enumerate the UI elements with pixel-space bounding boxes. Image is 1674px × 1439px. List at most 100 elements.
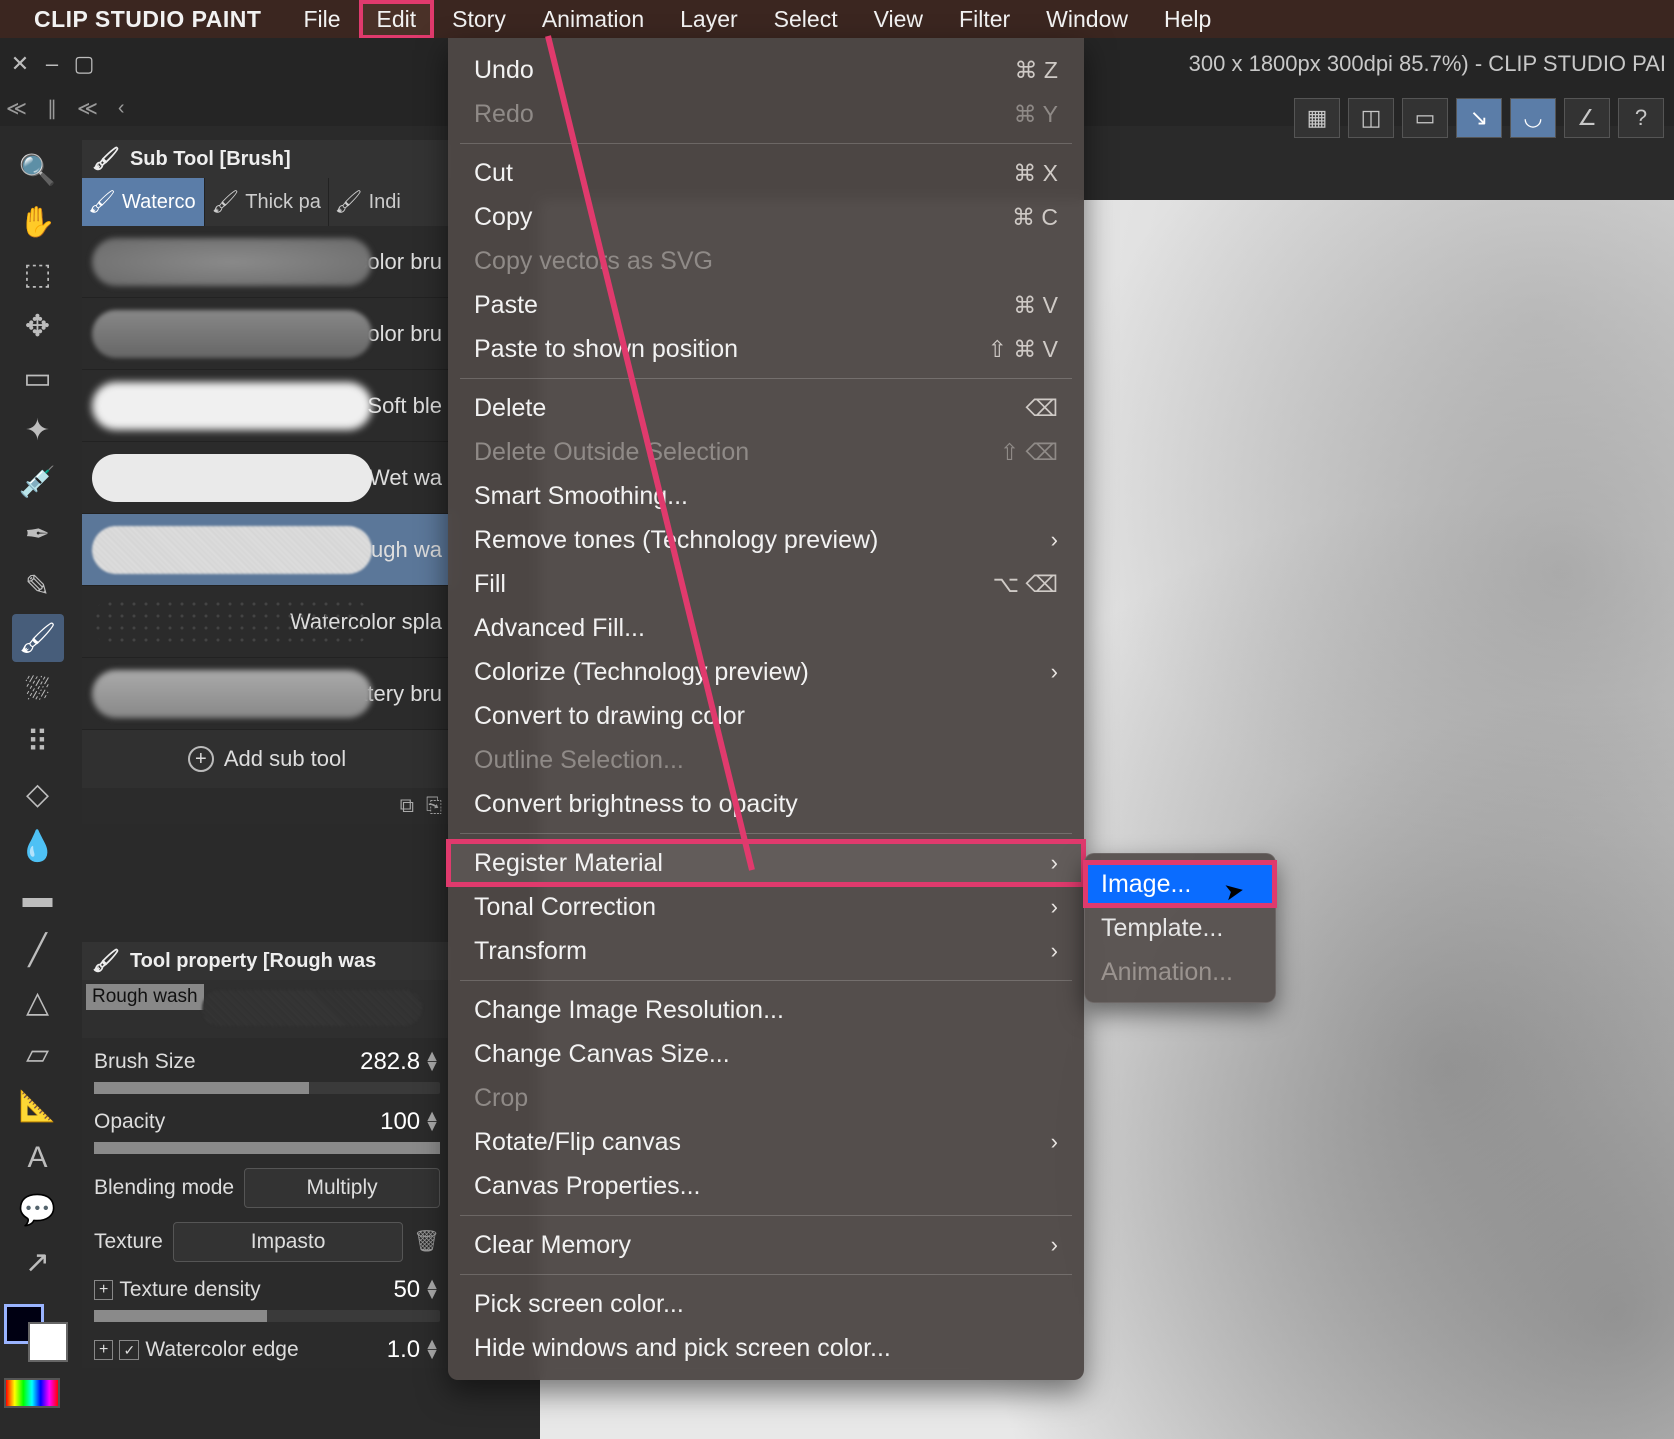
menu-item[interactable]: Hide windows and pick screen color... [448,1326,1084,1370]
menu-item[interactable]: Smart Smoothing... [448,474,1084,518]
menu-item[interactable]: Advanced Fill... [448,606,1084,650]
copy-icon[interactable]: ⎘ [426,795,442,818]
menu-story[interactable]: Story [434,0,524,39]
maximize-icon[interactable]: ▢ [72,51,96,77]
menu-item[interactable]: Copy⌘ C [448,195,1084,239]
brush-size-slider[interactable] [94,1082,440,1094]
edge-checkbox[interactable]: ✓ [119,1340,139,1360]
menu-item[interactable]: Delete⌫ [448,386,1084,430]
snap-grid-icon[interactable]: ▦ [1294,98,1340,138]
magnifier-tool-icon[interactable]: 🔍 [12,146,64,194]
minimize-icon[interactable]: – [40,51,64,77]
ruler-curve-icon[interactable]: ◡ [1510,98,1556,138]
nav-prev-icon[interactable]: ‹ [118,97,125,120]
opacity-slider[interactable] [94,1142,440,1154]
hand-tool-icon[interactable]: ✋ [12,198,64,246]
nav-back-icon[interactable]: ≪ [6,96,27,121]
blend-tool-icon[interactable]: 💧 [12,822,64,870]
density-slider[interactable] [94,1310,440,1322]
gradient-tool-icon[interactable]: ╱ [12,926,64,974]
ruler-axis-icon[interactable]: ↘ [1456,98,1502,138]
menu-edit[interactable]: Edit [359,0,435,39]
pencil-tool-icon[interactable]: ✎ [12,562,64,610]
expand-icon[interactable]: + [94,1340,113,1360]
menu-window[interactable]: Window [1028,0,1146,39]
nav-fwd-icon[interactable]: ≪ [77,96,98,121]
snap-perspective-icon[interactable]: ◫ [1348,98,1394,138]
tab-thickpaint[interactable]: 🖌Thick pa [205,178,328,226]
menu-item[interactable]: Change Canvas Size... [448,1032,1084,1076]
brush-size-value[interactable]: 282.8 [360,1048,420,1076]
menu-item[interactable]: Pick screen color... [448,1282,1084,1326]
stepper-icon[interactable]: ▲▼ [424,1112,440,1132]
eyedropper-tool-icon[interactable]: 💉 [12,458,64,506]
menu-item[interactable]: Tonal Correction› [448,885,1084,929]
help-icon[interactable]: ? [1618,98,1664,138]
brush-item[interactable]: Watery bru [82,658,452,730]
menu-item[interactable]: Undo⌘ Z [448,48,1084,92]
menu-item[interactable]: Paste to shown position⇧ ⌘ V [448,327,1084,371]
menu-animation[interactable]: Animation [524,0,662,39]
pen-tool-icon[interactable]: ✒ [12,510,64,558]
submenu-item[interactable]: Image... [1085,862,1275,906]
add-sub-tool-button[interactable]: + Add sub tool [82,730,452,788]
correct-tool-icon[interactable]: ↗ [12,1238,64,1286]
menu-item[interactable]: Fill⌥ ⌫ [448,562,1084,606]
menu-item[interactable]: Convert brightness to opacity [448,782,1084,826]
blend-mode-select[interactable]: Multiply [244,1168,440,1208]
ruler-angle-icon[interactable]: ∠ [1564,98,1610,138]
brush-item[interactable]: Round watercolor bru [82,226,452,298]
stepper-icon[interactable]: ▲▼ [424,1052,440,1072]
figure-tool-icon[interactable]: △ [12,978,64,1026]
menu-item[interactable]: Remove tones (Technology preview)› [448,518,1084,562]
tab-watercolor[interactable]: 🖌Waterco [82,178,205,226]
marquee-tool-icon[interactable]: ▭ [12,354,64,402]
decoration-tool-icon[interactable]: ⠿ [12,718,64,766]
menu-item[interactable]: Register Material› [448,841,1084,885]
density-value[interactable]: 50 [393,1276,420,1304]
menu-item[interactable]: Transform› [448,929,1084,973]
menu-file[interactable]: File [285,0,358,39]
frame-tool-icon[interactable]: ▱ [12,1030,64,1078]
brush-tool-icon[interactable]: 🖌 [12,614,64,662]
menu-item[interactable]: Convert to drawing color [448,694,1084,738]
menu-view[interactable]: View [856,0,941,39]
close-icon[interactable]: ✕ [8,51,32,77]
nav-pause-icon[interactable]: ∥ [47,96,57,121]
menu-filter[interactable]: Filter [941,0,1028,39]
menu-help[interactable]: Help [1146,0,1229,39]
menu-item[interactable]: Colorize (Technology preview)› [448,650,1084,694]
object-tool-icon[interactable]: ⬚ [12,250,64,298]
delete-icon[interactable]: 🗑 [413,1230,440,1254]
menu-item[interactable]: Rotate/Flip canvas› [448,1120,1084,1164]
ruler-tool-icon[interactable]: 📐 [12,1082,64,1130]
color-spectrum-bar[interactable] [4,1378,60,1408]
brush-item-selected[interactable]: Rough wa [82,514,452,586]
menu-item[interactable]: Paste⌘ V [448,283,1084,327]
menu-layer[interactable]: Layer [662,0,756,39]
airbrush-tool-icon[interactable]: ⛆ [12,666,64,714]
background-color-swatch[interactable] [28,1322,68,1362]
brush-item[interactable]: Wet wa [82,442,452,514]
menu-item[interactable]: Change Image Resolution... [448,988,1084,1032]
submenu-item[interactable]: Template... [1085,906,1275,950]
texture-select[interactable]: Impasto [173,1222,403,1262]
brush-item[interactable]: Flat watercolor bru [82,298,452,370]
brush-item[interactable]: Watercolor spla [82,586,452,658]
balloon-tool-icon[interactable]: 💬 [12,1186,64,1234]
menu-item[interactable]: Canvas Properties... [448,1164,1084,1208]
menu-select[interactable]: Select [756,0,856,39]
move-tool-icon[interactable]: ✥ [12,302,64,350]
snap-frame-icon[interactable]: ▭ [1402,98,1448,138]
fill-tool-icon[interactable]: ▬ [12,874,64,922]
expand-icon[interactable]: + [94,1280,113,1300]
duplicate-icon[interactable]: ⧉ [400,795,414,818]
menu-item[interactable]: Clear Memory› [448,1223,1084,1267]
edge-value[interactable]: 1.0 [387,1336,420,1364]
text-tool-icon[interactable]: A [12,1134,64,1182]
brush-item[interactable]: Soft ble [82,370,452,442]
stepper-icon[interactable]: ▲▼ [424,1280,440,1300]
wand-tool-icon[interactable]: ✦ [12,406,64,454]
eraser-tool-icon[interactable]: ◇ [12,770,64,818]
menu-item[interactable]: Cut⌘ X [448,151,1084,195]
